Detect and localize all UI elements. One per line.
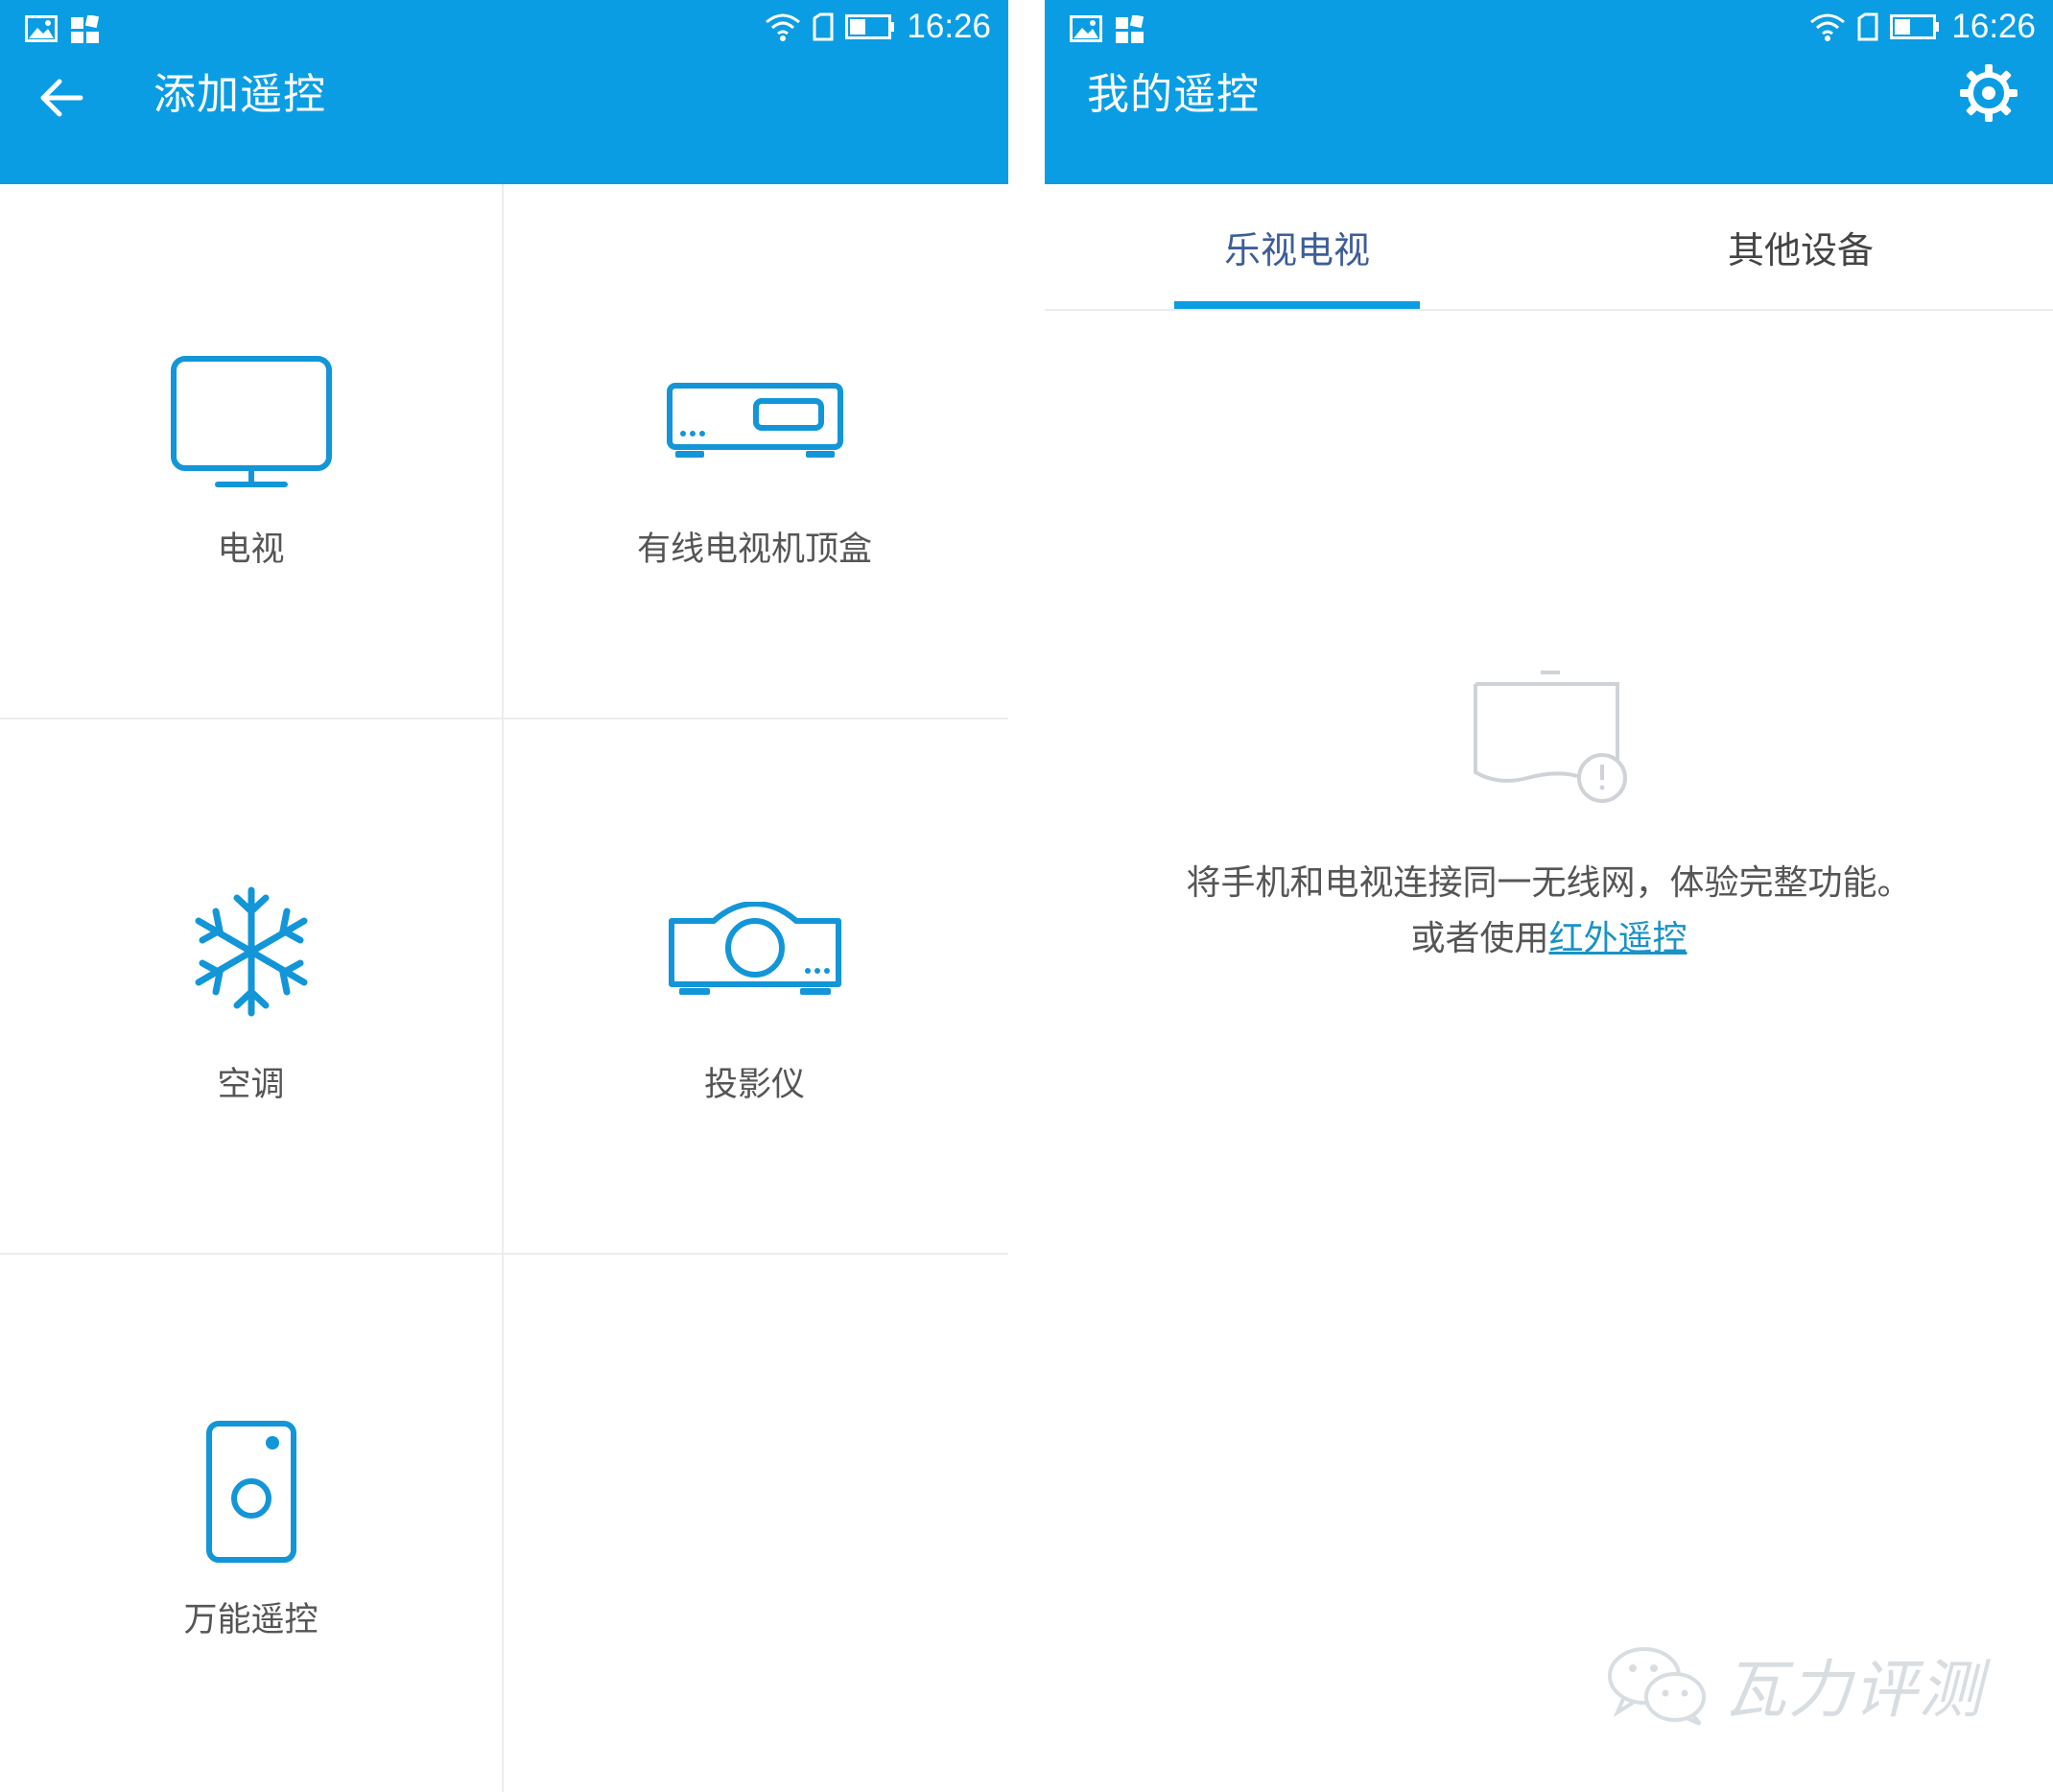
status-time: 16:26	[907, 8, 991, 45]
wechat-logo-icon	[1608, 1647, 1706, 1726]
empty-state-message: 将手机和电视连接同一无线网，体验完整功能。 或者使用红外遥控	[1045, 856, 2053, 967]
battery-icon	[1890, 14, 1940, 39]
app-grid-notification-icon	[71, 15, 100, 43]
device-tile-set-top-box[interactable]: 有线电视机顶盒	[504, 184, 1005, 719]
device-label: 万能遥控	[183, 1601, 319, 1639]
wifi-icon	[1810, 13, 1846, 41]
sim-card-icon	[1857, 12, 1878, 41]
device-tile-air-conditioner[interactable]: 空调	[0, 719, 502, 1255]
device-type-grid: 电视 有线电视机顶盒 空调 投影仪 万能遥控	[0, 184, 1008, 1792]
connect-hint-text: 将手机和电视连接同一无线网，体验完整功能。	[1186, 863, 1912, 903]
ir-prefix-text: 或者使用	[1410, 919, 1549, 958]
watermark: 瓦力评测	[1604, 1639, 1984, 1731]
device-tile-projector[interactable]: 投影仪	[504, 719, 1005, 1255]
my-remotes-screen: 16:26 我的遥控 乐视电视 其他设备 将手机和电视连接同一无线网，体验完整功…	[1045, 0, 2053, 1792]
device-label: 空调	[217, 1066, 285, 1104]
universal-remote-icon	[205, 1421, 296, 1563]
projector-icon	[668, 902, 841, 995]
tv-disconnected-icon	[1474, 671, 1627, 803]
battery-icon	[845, 14, 895, 39]
gallery-notification-icon	[1070, 15, 1102, 42]
status-bar: 16:26	[1045, 0, 2053, 63]
ir-remote-link[interactable]: 红外遥控	[1549, 919, 1687, 958]
wifi-icon	[766, 13, 801, 41]
tv-icon	[170, 356, 332, 487]
add-remote-screen: 16:26 添加遥控 电视 有线电视机顶盒 空调 投影仪 万能遥控	[0, 0, 1008, 1792]
status-time: 16:26	[1951, 8, 2036, 45]
page-title: 添加遥控	[153, 70, 326, 119]
device-label: 有线电视机顶盒	[636, 531, 872, 569]
set-top-box-icon	[666, 383, 843, 458]
back-arrow-icon[interactable]	[35, 71, 88, 125]
watermark-text: 瓦力评测	[1723, 1653, 1984, 1727]
tab-other-devices[interactable]: 其他设备	[1678, 184, 1923, 309]
active-tab-indicator	[1174, 301, 1420, 309]
device-label: 投影仪	[703, 1066, 805, 1104]
settings-gear-icon[interactable]	[1959, 63, 2018, 123]
sim-card-icon	[813, 12, 834, 41]
app-header: 16:26 我的遥控	[1045, 0, 2053, 184]
ir-remote-hint: 或者使用红外遥控	[1045, 911, 2053, 967]
device-tabs: 乐视电视 其他设备	[1045, 184, 2053, 311]
gallery-notification-icon	[25, 15, 58, 42]
app-header: 16:26 添加遥控	[0, 0, 1008, 184]
app-grid-notification-icon	[1116, 15, 1144, 43]
device-label: 电视	[217, 531, 285, 569]
device-tile-tv[interactable]: 电视	[0, 184, 502, 719]
device-tile-universal-remote[interactable]: 万能遥控	[0, 1255, 502, 1790]
tab-letv[interactable]: 乐视电视	[1174, 184, 1420, 309]
snowflake-icon	[195, 886, 307, 1017]
page-title: 我的遥控	[1087, 70, 1260, 119]
screenshot-divider	[1008, 0, 1045, 1792]
status-bar: 16:26	[0, 0, 1008, 63]
